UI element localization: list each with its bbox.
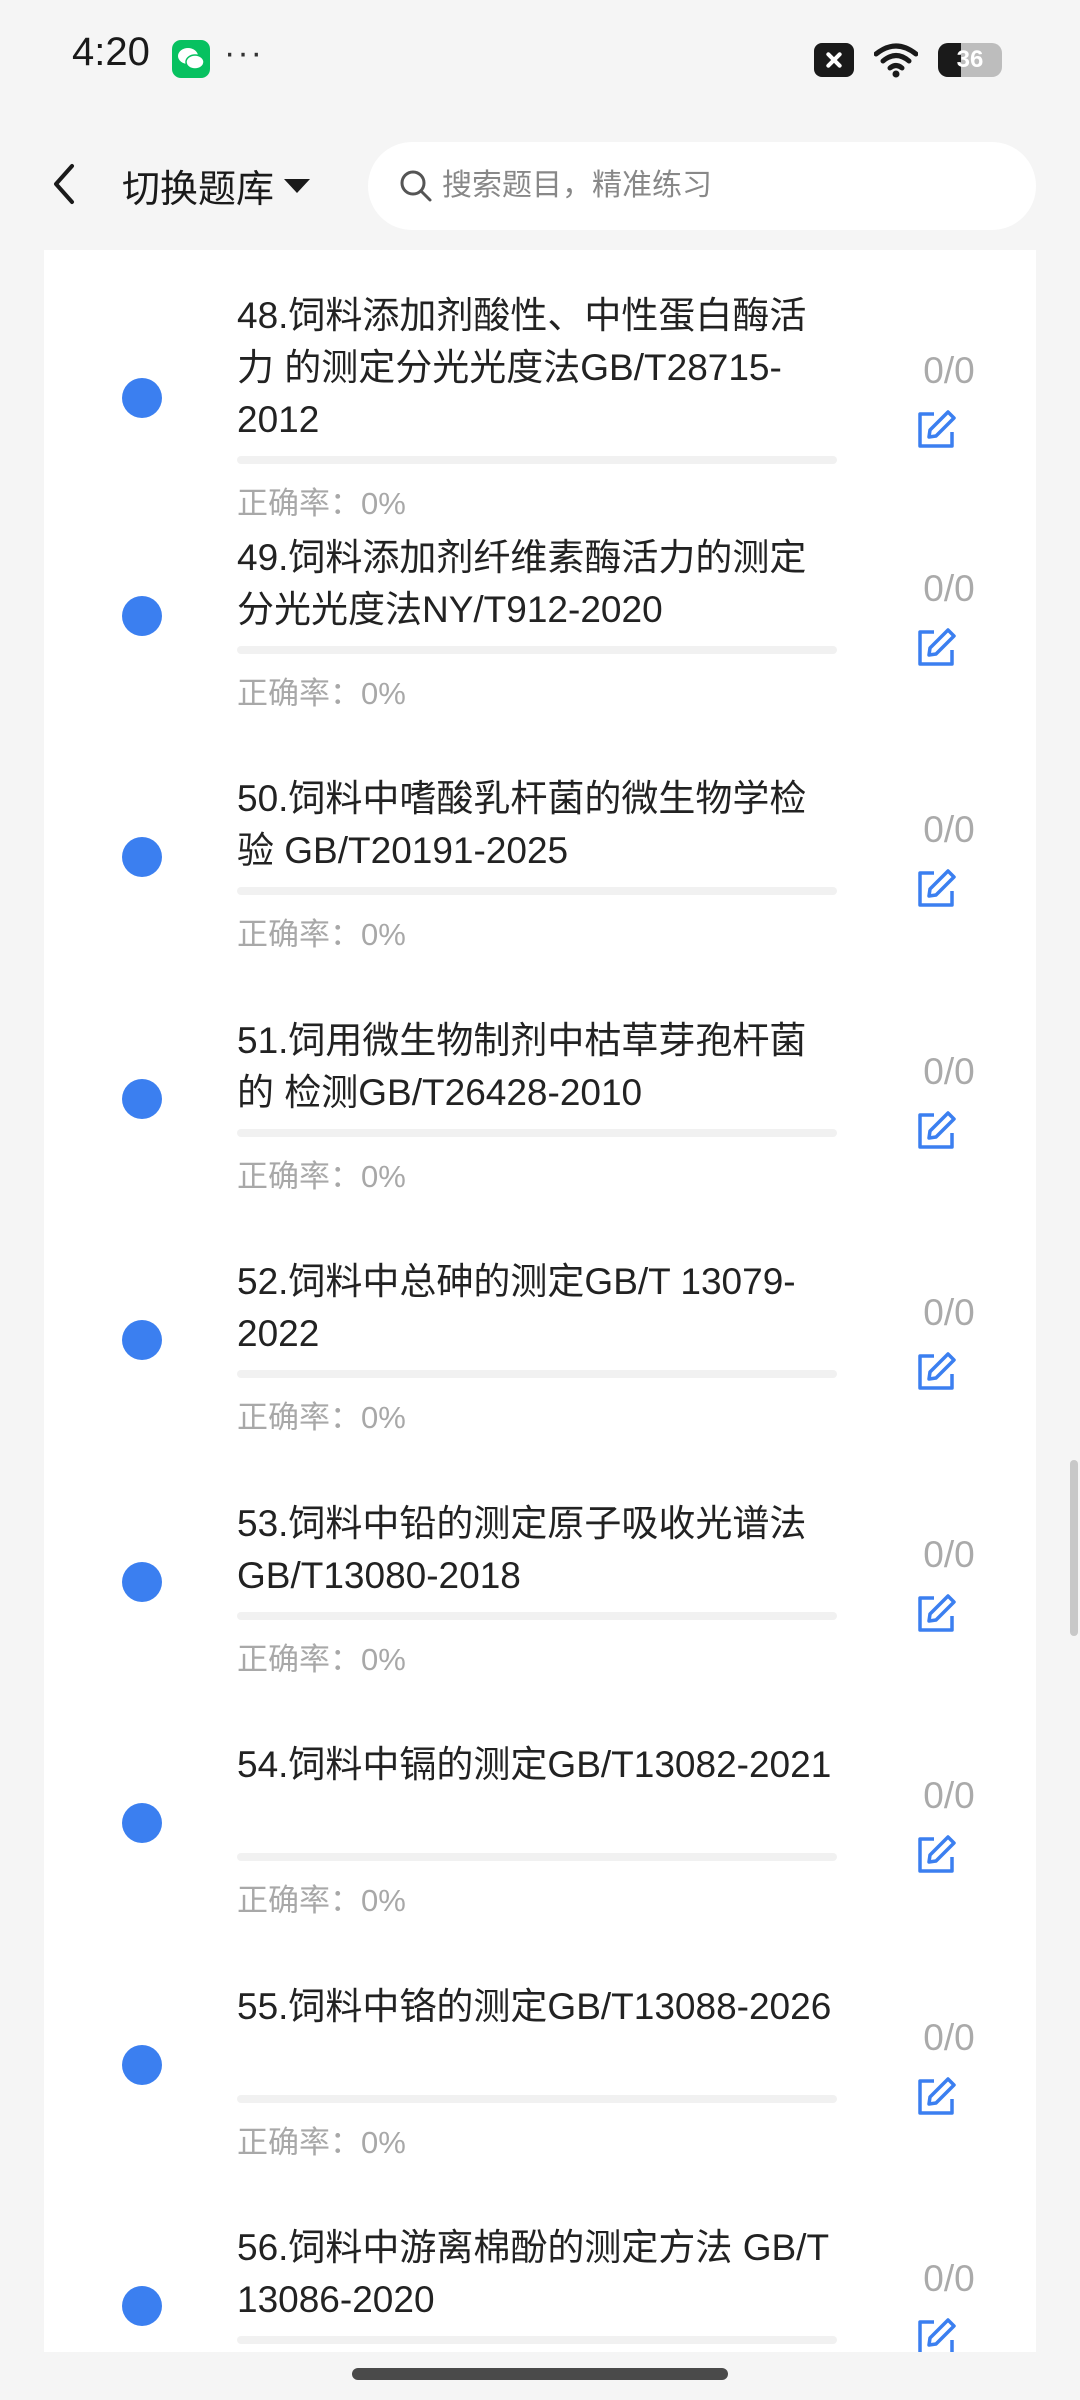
progress-bar (237, 887, 837, 895)
score-count: 0/0 (923, 350, 975, 391)
score-count: 0/0 (923, 809, 975, 850)
score-count: 0/0 (923, 567, 975, 609)
switch-bank-label: 切换题库 (122, 169, 275, 211)
accuracy-text: 正确率：0% (237, 1400, 406, 1435)
app-header: 切换题库 (0, 120, 1080, 250)
wifi-icon (874, 43, 918, 78)
edit-icon[interactable] (914, 1833, 958, 1877)
accuracy-text: 正确率：0% (237, 486, 406, 521)
item-title: 55.饲料中铬的测定GB/T13088-2026 (237, 1985, 832, 2027)
list-item[interactable]: 49.饲料添加剂纤维素酶活力的测定 分光光度法NY/T912-2020 正确率：0… (44, 532, 1036, 772)
home-indicator[interactable] (352, 2368, 728, 2380)
status-dot (122, 837, 162, 877)
edit-icon[interactable] (914, 1592, 958, 1636)
scrollbar[interactable] (1070, 1460, 1078, 1636)
status-dot (122, 1320, 162, 1360)
list-item[interactable]: 52.饲料中总砷的测定GB/T 13079-2022 正确率：0% 0/0 (44, 1256, 1036, 1496)
progress-bar (237, 1853, 837, 1861)
battery-icon: 36 (938, 43, 1002, 77)
list-item[interactable]: 54.饲料中镉的测定GB/T13082-2021 正确率：0% 0/0 (44, 1739, 1036, 1979)
list-item[interactable]: 55.饲料中铬的测定GB/T13088-2026 正确率：0% 0/0 (44, 1981, 1036, 2221)
caret-down-icon (284, 178, 311, 193)
question-bank-list: 48.饲料添加剂酸性、中性蛋白酶活力 的测定分光光度法GB/T28715-201… (44, 250, 1036, 2356)
back-icon[interactable] (44, 160, 84, 208)
item-title: 51.饲用微生物制剂中枯草芽孢杆菌的 检测GB/T26428-2010 (237, 1019, 807, 1113)
progress-bar (237, 1128, 837, 1137)
status-bar: 4:20 ··· 36 (0, 0, 1080, 120)
edit-icon[interactable] (914, 626, 958, 670)
progress-bar (237, 456, 837, 464)
status-time: 4:20 (72, 30, 150, 74)
edit-icon[interactable] (914, 408, 958, 452)
status-dot (122, 1803, 162, 1843)
score-count: 0/0 (923, 1533, 975, 1575)
score-count: 0/0 (923, 1050, 975, 1092)
accuracy-text: 正确率：0% (237, 1158, 406, 1194)
list-item[interactable]: 53.饲料中铅的测定原子吸收光谱法 GB/T13080-2018 正确率：0% 0/… (44, 1498, 1036, 1738)
list-item[interactable]: 51.饲用微生物制剂中枯草芽孢杆菌的 检测GB/T26428-2010 正确率：0… (44, 1015, 1036, 1255)
edit-icon[interactable] (914, 1350, 958, 1394)
accuracy-text: 正确率：0% (237, 2124, 406, 2160)
score-count: 0/0 (923, 1292, 975, 1333)
item-title: 54.饲料中镉的测定GB/T13082-2021 (237, 1744, 832, 1785)
item-title: 56.饲料中游离棉酚的测定方法 GB/T 13086-2020 (237, 2227, 829, 2320)
status-dot (122, 378, 162, 418)
progress-bar (237, 2336, 837, 2344)
accuracy-text: 正确率：0% (237, 917, 406, 952)
edit-icon[interactable] (914, 867, 958, 911)
accuracy-text: 正确率：0% (237, 675, 406, 711)
list-item[interactable]: 50.饲料中嗜酸乳杆菌的微生物学检验 GB/T20191-2025 正确率：0% 0… (44, 773, 1036, 1013)
score-count: 0/0 (923, 1775, 975, 1816)
search-box[interactable] (368, 142, 1036, 230)
status-more-dots: ··· (224, 34, 264, 72)
close-notification-icon (814, 43, 854, 77)
item-title: 52.饲料中总砷的测定GB/T 13079-2022 (237, 1261, 796, 1354)
wechat-icon (172, 40, 210, 78)
search-icon (400, 170, 432, 202)
battery-level: 36 (956, 46, 984, 73)
progress-bar (237, 1370, 837, 1378)
search-input[interactable] (442, 169, 1002, 203)
score-count: 0/0 (923, 2258, 975, 2299)
item-title: 49.饲料添加剂纤维素酶活力的测定 分光光度法NY/T912-2020 (237, 536, 807, 630)
accuracy-text: 正确率：0% (237, 1641, 406, 1677)
edit-icon[interactable] (914, 2075, 958, 2119)
item-title: 50.饲料中嗜酸乳杆菌的微生物学检验 GB/T20191-2025 (237, 778, 807, 871)
progress-bar (237, 2094, 837, 2103)
status-dot (122, 595, 162, 636)
status-dot (122, 2044, 162, 2085)
accuracy-text: 正确率：0% (237, 1883, 406, 1918)
status-dot (122, 1561, 162, 1602)
progress-bar (237, 1611, 837, 1620)
list-item[interactable]: 48.饲料添加剂酸性、中性蛋白酶活力 的测定分光光度法GB/T28715-201… (44, 290, 1036, 530)
switch-bank-button[interactable]: 切换题库 (122, 158, 311, 213)
status-dot (122, 1078, 162, 1119)
progress-bar (237, 645, 837, 654)
item-title: 53.饲料中铅的测定原子吸收光谱法 GB/T13080-2018 (237, 1502, 807, 1596)
status-dot (122, 2286, 162, 2326)
item-title: 48.饲料添加剂酸性、中性蛋白酶活力 的测定分光光度法GB/T28715-201… (237, 295, 807, 440)
score-count: 0/0 (923, 2016, 975, 2058)
edit-icon[interactable] (914, 1109, 958, 1153)
